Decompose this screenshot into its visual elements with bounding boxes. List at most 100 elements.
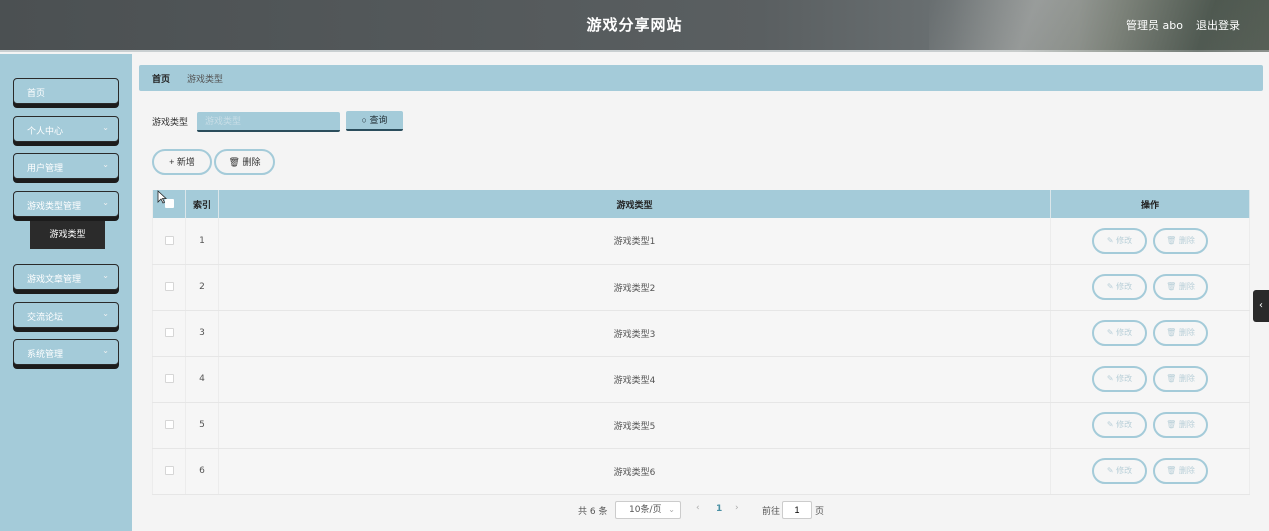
row-delete-button-label: 删除 <box>1178 420 1195 429</box>
sidebar-item-label: 个人中心 <box>27 127 64 137</box>
search-button[interactable]: ○ 查询 <box>346 111 403 131</box>
edit-button[interactable]: ✎ 修改 <box>1092 227 1147 254</box>
goto-page-input[interactable] <box>782 501 812 519</box>
column-header-type: 游戏类型 <box>218 190 1051 218</box>
trash-icon: 🗑︎ <box>1166 374 1177 383</box>
edit-icon: ✎ <box>1106 328 1114 337</box>
sidebar-item-forum[interactable]: 交流论坛 ⌄ <box>13 302 119 328</box>
row-delete-button-label: 删除 <box>1178 282 1195 291</box>
next-page-icon[interactable]: › <box>735 503 739 513</box>
edit-icon: ✎ <box>1106 420 1114 429</box>
page-number-current[interactable]: 1 <box>716 504 722 514</box>
row-type: 游戏类型6 <box>218 448 1051 495</box>
table-row: 4 游戏类型4 ✎ 修改 🗑︎ 删除 <box>152 356 1250 403</box>
edit-button[interactable]: ✎ 修改 <box>1092 274 1147 300</box>
row-delete-button[interactable]: 🗑︎ 删除 <box>1153 366 1208 392</box>
edit-button-label: 修改 <box>1116 328 1133 337</box>
row-index: 3 <box>185 310 219 357</box>
row-type: 游戏类型4 <box>218 356 1051 403</box>
row-delete-button-label: 删除 <box>1178 374 1195 383</box>
collapse-panel-tab[interactable]: ‹ <box>1253 290 1269 322</box>
sidebar-item-personal-center[interactable]: 个人中心 ⌄ <box>13 116 119 142</box>
chevron-down-icon: ⌄ <box>102 271 109 280</box>
row-checkbox[interactable] <box>164 235 174 245</box>
sidebar-item-label: 系统管理 <box>27 350 64 360</box>
row-checkbox[interactable] <box>164 466 174 475</box>
edit-button[interactable]: ✎ 修改 <box>1092 320 1147 346</box>
bulk-delete-button[interactable]: 🗑︎ 删除 <box>214 149 275 175</box>
row-delete-button[interactable]: 🗑︎ 删除 <box>1153 458 1208 484</box>
chevron-down-icon: ⌄ <box>102 198 109 207</box>
pagination: 共 6 条 10条/页 ⌄ ‹ 1 › 前往 页 <box>0 501 1269 519</box>
breadcrumb-current: 游戏类型 <box>187 75 224 85</box>
trash-icon: 🗑︎ <box>1166 282 1177 291</box>
sidebar-item-user-management[interactable]: 用户管理 ⌄ <box>13 153 119 179</box>
edit-button-label: 修改 <box>1116 374 1133 383</box>
edit-button[interactable]: ✎ 修改 <box>1092 366 1147 392</box>
mouse-cursor-icon <box>157 190 167 204</box>
prev-page-icon[interactable]: ‹ <box>696 503 700 513</box>
logout-link[interactable]: 退出登录 <box>1196 17 1240 33</box>
sidebar-item-label: 游戏类型管理 <box>27 202 82 212</box>
row-index: 4 <box>185 356 219 403</box>
trash-icon: 🗑︎ <box>1166 328 1177 337</box>
sidebar-item-game-article-management[interactable]: 游戏文章管理 ⌄ <box>13 264 119 290</box>
row-type: 游戏类型1 <box>218 218 1051 265</box>
row-checkbox[interactable] <box>164 420 174 429</box>
breadcrumb: 首页 游戏类型 <box>139 65 1263 91</box>
row-delete-button[interactable]: 🗑︎ 删除 <box>1153 412 1208 438</box>
chevron-down-icon: ⌄ <box>102 160 109 169</box>
admin-user-label: 管理员 abo <box>1126 19 1183 32</box>
column-header-index: 索引 <box>185 190 219 218</box>
sidebar-item-home[interactable]: 首页 <box>13 78 119 104</box>
row-index: 2 <box>185 264 219 311</box>
table-row: 6 游戏类型6 ✎ 修改 🗑︎ 删除 <box>152 448 1250 495</box>
row-index: 1 <box>185 218 219 265</box>
edit-icon: ✎ <box>1106 374 1114 383</box>
trash-icon: 🗑︎ <box>1166 420 1177 429</box>
edit-button[interactable]: ✎ 修改 <box>1092 458 1147 484</box>
page-size-value: 10条/页 <box>629 505 662 515</box>
add-button[interactable]: + 新增 <box>152 149 212 175</box>
goto-label: 前往 <box>762 507 781 517</box>
edit-button[interactable]: ✎ 修改 <box>1092 412 1147 438</box>
row-type: 游戏类型5 <box>218 402 1051 449</box>
table-row: 1 游戏类型1 ✎ 修改 🗑︎ 删除 <box>152 218 1250 265</box>
row-delete-button[interactable]: 🗑︎ 删除 <box>1153 274 1208 300</box>
sidebar-item-system-management[interactable]: 系统管理 ⌄ <box>13 339 119 365</box>
row-checkbox[interactable] <box>164 328 174 337</box>
row-checkbox[interactable] <box>164 282 174 291</box>
trash-icon: 🗑︎ <box>1166 466 1177 475</box>
edit-button-label: 修改 <box>1116 420 1133 429</box>
goto-unit-label: 页 <box>815 507 825 517</box>
row-delete-button-label: 删除 <box>1178 328 1195 337</box>
add-button-label: 新增 <box>176 157 195 167</box>
sidebar-item-game-type-management[interactable]: 游戏类型管理 ⌄ <box>13 191 119 217</box>
column-header-ops: 操作 <box>1050 190 1250 218</box>
edit-icon: ✎ <box>1106 235 1114 245</box>
edit-button-label: 修改 <box>1116 235 1133 245</box>
breadcrumb-home[interactable]: 首页 <box>152 72 170 85</box>
search-icon: ○ <box>361 115 367 125</box>
game-type-search-input[interactable] <box>197 112 340 132</box>
chevron-down-icon: ⌄ <box>102 346 109 355</box>
sidebar-item-label: 交流论坛 <box>27 313 64 323</box>
edit-icon: ✎ <box>1106 466 1114 475</box>
sidebar-item-label: 游戏文章管理 <box>27 275 82 285</box>
bulk-delete-button-label: 删除 <box>242 157 261 167</box>
table-row: 2 游戏类型2 ✎ 修改 🗑︎ 删除 <box>152 264 1250 311</box>
row-type: 游戏类型2 <box>218 264 1051 311</box>
row-index: 6 <box>185 448 219 495</box>
game-type-table: 索引 游戏类型 操作 1 游戏类型1 ✎ 修改 🗑︎ 删除 2 游戏类型2 ✎ 修… <box>152 190 1250 495</box>
sidebar-item-label: 首页 <box>27 89 46 99</box>
row-delete-button[interactable]: 🗑︎ 删除 <box>1153 320 1208 346</box>
row-index: 5 <box>185 402 219 449</box>
plus-icon: + <box>169 157 175 167</box>
submenu-item-game-type[interactable]: 游戏类型 <box>30 221 105 249</box>
sidebar-item-label: 用户管理 <box>27 164 64 174</box>
top-header: 游戏分享网站 管理员 abo 退出登录 <box>0 0 1269 52</box>
row-delete-button[interactable]: 🗑︎ 删除 <box>1153 227 1208 254</box>
row-checkbox[interactable] <box>164 374 174 383</box>
site-title: 游戏分享网站 <box>586 16 683 34</box>
page-size-select[interactable]: 10条/页 ⌄ <box>615 501 681 519</box>
